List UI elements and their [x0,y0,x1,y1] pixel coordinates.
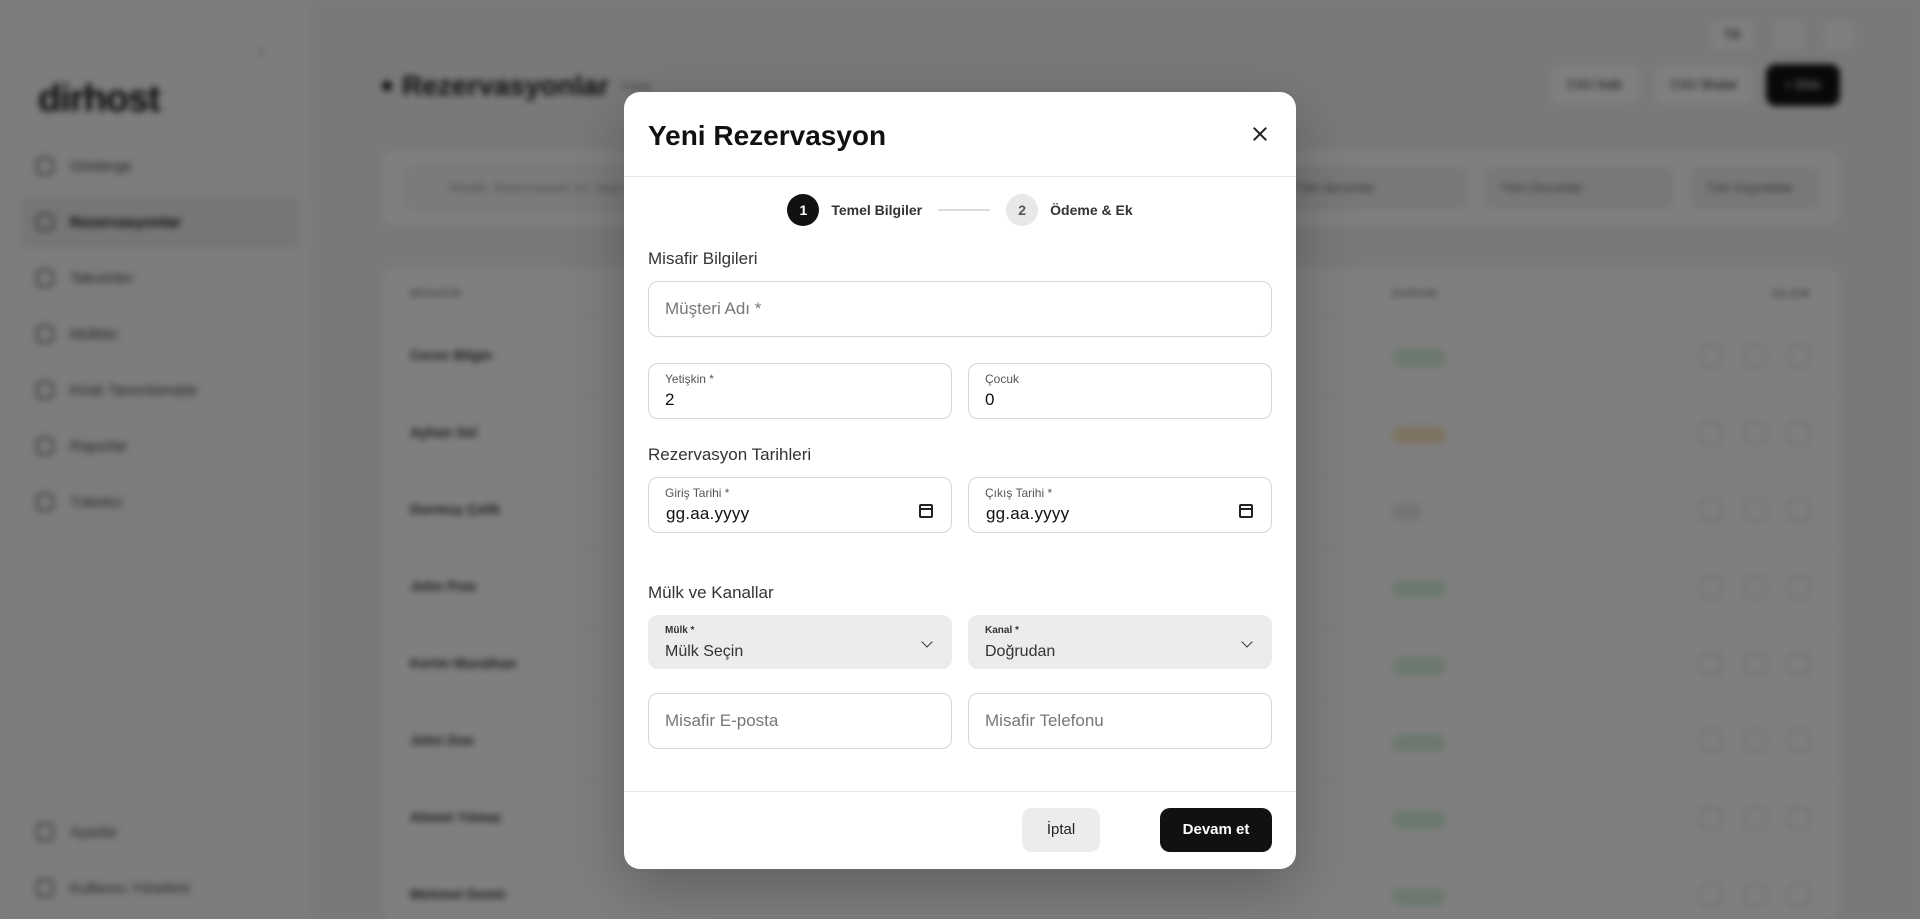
adults-field[interactable]: Yetişkin * 2 [648,363,952,419]
checkin-date-field[interactable]: Giriş Tarihi * gg.aa.yyyy [648,477,952,533]
guest-phone-placeholder: Misafir Telefonu [985,711,1104,730]
step-number: 2 [1006,194,1039,226]
chevron-down-icon [921,636,933,648]
guest-phone-field[interactable]: Misafir Telefonu [968,693,1272,749]
guest-email-field[interactable]: Misafir E-posta [648,693,952,749]
step-label: Ödeme & Ek [1050,202,1133,218]
channel-select[interactable]: Kanal * Doğrudan [968,615,1272,669]
close-icon[interactable] [1248,122,1272,146]
step-connector [938,209,991,211]
step-payment[interactable]: 2 Ödeme & Ek [1006,194,1133,226]
channel-label: Kanal * [985,625,1019,636]
new-reservation-modal: Yeni Rezervasyon 1 Temel Bilgiler 2 Ödem… [624,92,1296,869]
checkout-value: gg.aa.yyyy [986,504,1070,523]
children-label: Çocuk [985,372,1020,386]
property-select[interactable]: Mülk * Mülk Seçin [648,615,952,669]
guest-info-heading: Misafir Bilgileri [648,249,758,268]
adults-value: 2 [665,390,675,409]
continue-button[interactable]: Devam et [1160,808,1272,852]
modal-header: Yeni Rezervasyon [624,92,1296,177]
children-value: 0 [985,390,995,409]
step-number: 1 [787,194,820,226]
step-label: Temel Bilgiler [831,202,923,218]
property-label: Mülk * [665,625,695,636]
stepper: 1 Temel Bilgiler 2 Ödeme & Ek [624,193,1296,227]
dates-heading: Rezervasyon Tarihleri [648,445,812,464]
guest-email-placeholder: Misafir E-posta [665,711,779,730]
property-value: Mülk Seçin [665,643,744,660]
calendar-icon[interactable] [1239,504,1253,518]
cancel-button[interactable]: İptal [1022,808,1100,852]
modal-title: Yeni Rezervasyon [648,120,887,151]
step-basic-info[interactable]: 1 Temel Bilgiler [787,194,922,226]
customer-name-placeholder: Müşteri Adı * [665,299,762,318]
property-channels-heading: Mülk ve Kanallar [648,583,774,602]
calendar-icon[interactable] [919,504,933,518]
checkin-value: gg.aa.yyyy [666,504,750,523]
adults-label: Yetişkin * [665,372,714,386]
checkout-label: Çıkış Tarihi * [985,486,1053,500]
children-field[interactable]: Çocuk 0 [968,363,1272,419]
customer-name-field[interactable]: Müşteri Adı * [648,281,1272,337]
chevron-down-icon [1241,636,1253,648]
checkout-date-field[interactable]: Çıkış Tarihi * gg.aa.yyyy [968,477,1272,533]
modal-footer: İptal Devam et [624,791,1296,869]
checkin-label: Giriş Tarihi * [665,486,730,500]
channel-value: Doğrudan [985,643,1056,660]
